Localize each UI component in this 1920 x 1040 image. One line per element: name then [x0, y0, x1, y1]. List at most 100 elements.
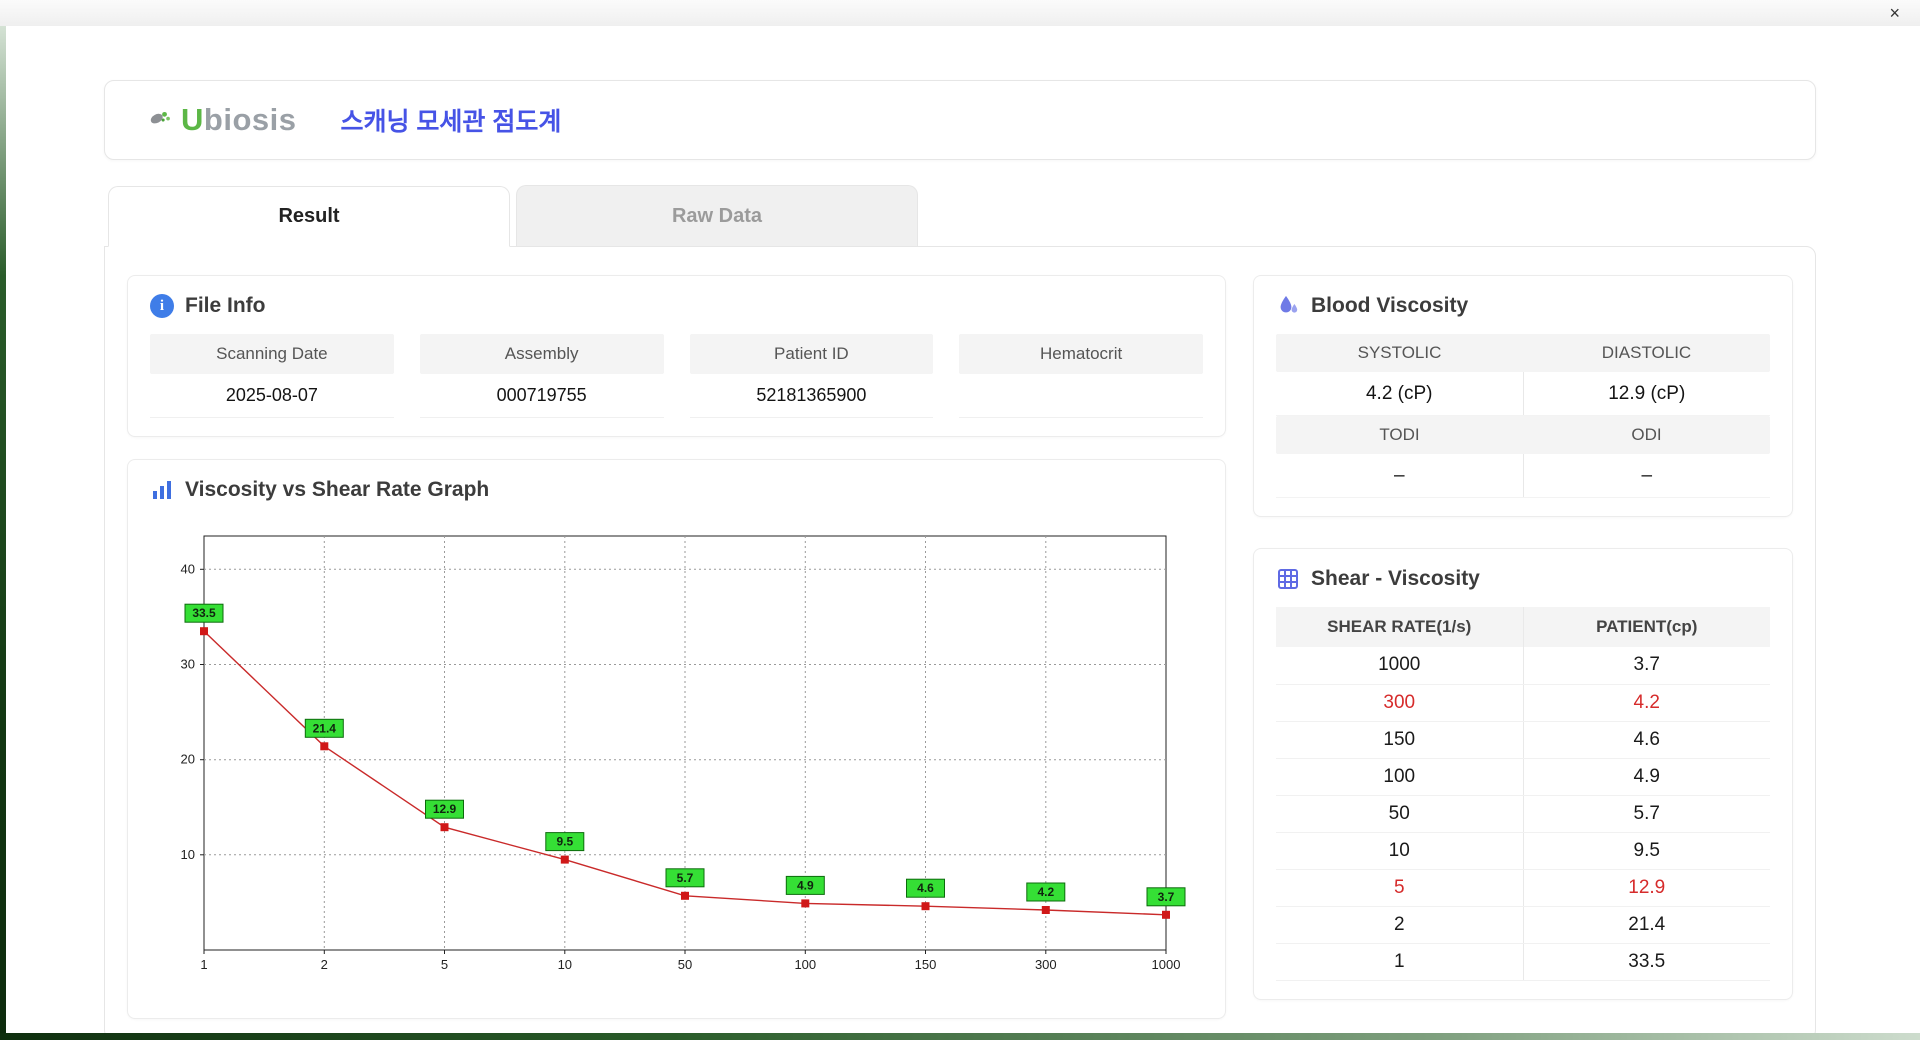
svg-text:33.5: 33.5	[192, 606, 216, 620]
file-info-title: File Info	[185, 294, 266, 317]
table-row: 2 21.4	[1276, 906, 1770, 944]
svg-text:4.2: 4.2	[1037, 885, 1054, 899]
todi-value: –	[1393, 464, 1405, 486]
right-column: Blood Viscosity SYSTOLIC DIASTOLIC 4.2 (…	[1253, 275, 1793, 1019]
cell-patient: 21.4	[1523, 906, 1770, 944]
svg-text:5.7: 5.7	[677, 871, 694, 885]
cell-rate: 100	[1276, 758, 1524, 796]
table-row: 100 4.9	[1276, 758, 1770, 796]
field-label: Hematocrit	[959, 334, 1203, 374]
left-column: i File Info Scanning Date 2025-08-07 Ass…	[127, 275, 1226, 1019]
field-value: 2025-08-07	[150, 374, 394, 418]
tabs: Result Raw Data	[104, 185, 1816, 247]
diastolic-value: 12.9 (cP)	[1522, 372, 1771, 415]
table-row: 5 12.9	[1276, 869, 1770, 907]
brand-u: U	[181, 102, 204, 137]
svg-text:100: 100	[794, 957, 816, 972]
field-value: 000719755	[419, 374, 664, 418]
svg-text:150: 150	[915, 957, 937, 972]
shear-viscosity-card: Shear - Viscosity SHEAR RATE(1/s) PATIEN…	[1253, 548, 1793, 1000]
cell-rate: 10	[1276, 832, 1524, 870]
blood-viscosity-header: Blood Viscosity	[1276, 294, 1770, 318]
table-header-row: SHEAR RATE(1/s) PATIENT(cp)	[1276, 607, 1770, 647]
todi-label: TODI	[1379, 425, 1420, 444]
brand-text: Ubiosis	[181, 102, 296, 138]
file-info-fields: Scanning Date 2025-08-07 Assembly 000719…	[150, 334, 1203, 418]
col-shear-rate: SHEAR RATE(1/s)	[1276, 607, 1524, 647]
window-left-edge	[0, 22, 6, 1040]
field-value: 52181365900	[689, 374, 934, 418]
svg-text:5: 5	[441, 957, 448, 972]
svg-text:1: 1	[200, 957, 207, 972]
table-row: 10 9.5	[1276, 832, 1770, 870]
tab-raw-data[interactable]: Raw Data	[516, 185, 918, 246]
field-assembly: Assembly 000719755	[419, 334, 664, 418]
page-title: 스캐닝 모세관 점도계	[340, 108, 562, 136]
shear-viscosity-header: Shear - Viscosity	[1276, 567, 1770, 591]
svg-text:300: 300	[1035, 957, 1057, 972]
blood-viscosity-card: Blood Viscosity SYSTOLIC DIASTOLIC 4.2 (…	[1253, 275, 1793, 517]
svg-text:50: 50	[678, 957, 692, 972]
app-header: Ubiosis 스캐닝 모세관 점도계	[104, 80, 1816, 160]
graph-header: Viscosity vs Shear Rate Graph	[150, 478, 1203, 502]
cell-patient: 5.7	[1523, 795, 1770, 833]
svg-text:20: 20	[181, 752, 195, 767]
cell-rate: 300	[1276, 684, 1524, 722]
field-scanning-date: Scanning Date 2025-08-07	[150, 334, 394, 418]
leaf-logo-icon	[150, 111, 170, 124]
close-icon[interactable]: ×	[1885, 3, 1904, 23]
svg-text:12.9: 12.9	[433, 802, 457, 816]
bar-chart-icon	[153, 481, 171, 499]
cell-patient: 4.9	[1523, 758, 1770, 796]
table-row: 1 33.5	[1276, 943, 1770, 981]
cell-rate: 2	[1276, 906, 1524, 944]
window-titlebar: ×	[0, 0, 1920, 26]
svg-text:21.4: 21.4	[313, 721, 337, 735]
graph-card: Viscosity vs Shear Rate Graph 10 20 30 40 1 2…	[127, 459, 1226, 1019]
app-root: Ubiosis 스캐닝 모세관 점도계 Result Raw Data i Fi…	[104, 80, 1816, 1040]
table-row: 300 4.2	[1276, 684, 1770, 722]
droplet-icon	[1280, 296, 1298, 313]
bv-value-row-1: 4.2 (cP) 12.9 (cP)	[1276, 372, 1770, 416]
field-value	[959, 374, 1203, 418]
tab-result[interactable]: Result	[108, 186, 510, 247]
ubiosis-logo: Ubiosis	[149, 102, 296, 138]
bv-value-row-2: – –	[1276, 454, 1770, 498]
brand-rest: biosis	[203, 102, 297, 137]
svg-text:9.5: 9.5	[556, 835, 573, 849]
svg-text:40: 40	[181, 561, 195, 576]
graph-title: Viscosity vs Shear Rate Graph	[185, 478, 490, 501]
window-bottom-edge	[0, 1033, 1920, 1040]
col-patient: PATIENT(cp)	[1523, 607, 1770, 647]
svg-text:3.7: 3.7	[1158, 890, 1175, 904]
field-hematocrit: Hematocrit	[959, 334, 1203, 418]
cell-patient: 33.5	[1523, 943, 1770, 981]
systolic-value: 4.2 (cP)	[1365, 382, 1433, 404]
field-label: Assembly	[419, 334, 664, 374]
viscosity-shear-chart: 10 20 30 40 1 2 5 10 50 100 150 300 1000 33.5 21.4 12.9…	[181, 535, 1186, 972]
svg-text:4.6: 4.6	[917, 881, 934, 895]
table-row: 50 5.7	[1276, 795, 1770, 833]
table-row: 150 4.6	[1276, 721, 1770, 759]
svg-text:2: 2	[321, 957, 328, 972]
blood-viscosity-title: Blood Viscosity	[1311, 294, 1469, 317]
cell-patient: 12.9	[1523, 869, 1770, 907]
shear-viscosity-table: SHEAR RATE(1/s) PATIENT(cp) 1000 3.7 300 4…	[1276, 607, 1770, 981]
cell-patient: 4.2	[1523, 684, 1770, 722]
svg-text:10: 10	[558, 957, 572, 972]
cell-rate: 150	[1276, 721, 1524, 759]
bv-label-row-1: SYSTOLIC DIASTOLIC	[1276, 334, 1770, 372]
file-info-card: i File Info Scanning Date 2025-08-07 Ass…	[127, 275, 1226, 437]
content-panel: i File Info Scanning Date 2025-08-07 Ass…	[104, 246, 1816, 1040]
svg-text:4.9: 4.9	[797, 878, 814, 892]
cell-rate: 50	[1276, 795, 1524, 833]
svg-text:1000: 1000	[1152, 957, 1181, 972]
svg-text:10: 10	[181, 847, 195, 862]
cell-patient: 9.5	[1523, 832, 1770, 870]
cell-rate: 1000	[1276, 647, 1524, 685]
shear-viscosity-title: Shear - Viscosity	[1311, 567, 1480, 590]
file-info-header: i File Info	[150, 294, 1203, 318]
field-patient-id: Patient ID 52181365900	[689, 334, 934, 418]
field-label: Patient ID	[689, 334, 934, 374]
svg-text:30: 30	[181, 657, 195, 672]
